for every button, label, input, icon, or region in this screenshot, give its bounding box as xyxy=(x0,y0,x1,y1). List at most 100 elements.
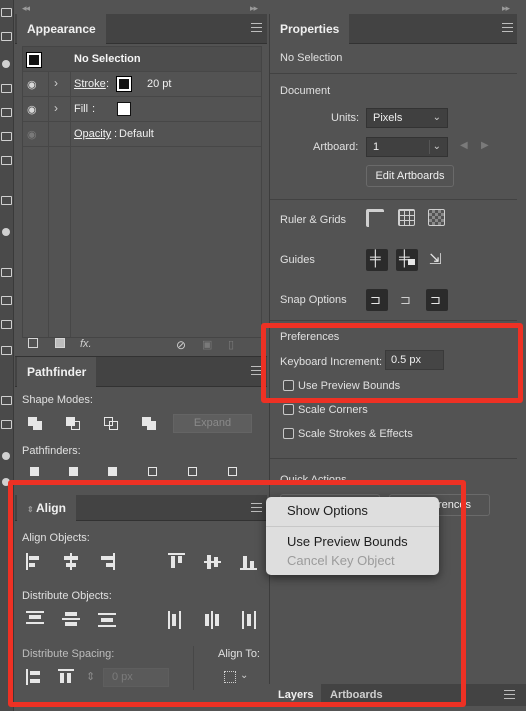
ruler-icon[interactable] xyxy=(366,209,384,227)
minus-back-icon[interactable] xyxy=(228,467,244,481)
tool-icon[interactable] xyxy=(1,268,12,277)
horizontal-distribute-left-icon[interactable] xyxy=(168,611,188,629)
tool-icon[interactable] xyxy=(1,108,12,117)
collapse-icon[interactable]: ▸▸ xyxy=(250,3,258,14)
eye-icon[interactable]: ◉ xyxy=(27,128,37,141)
tool-icon[interactable] xyxy=(2,478,10,486)
use-preview-bounds-menu-item[interactable]: Use Preview Bounds xyxy=(287,534,408,549)
horizontal-align-center-icon[interactable] xyxy=(62,553,82,571)
snap-to-grid-icon[interactable]: ⊐ xyxy=(426,289,448,311)
tool-icon[interactable] xyxy=(2,452,10,460)
minus-front-icon[interactable] xyxy=(66,417,82,431)
vertical-distribute-space-icon[interactable] xyxy=(26,669,46,687)
panel-menu-icon[interactable] xyxy=(502,23,513,32)
horizontal-distribute-center-icon[interactable] xyxy=(204,611,224,629)
transparency-grid-icon[interactable] xyxy=(428,209,445,226)
tool-icon[interactable] xyxy=(1,84,12,93)
horizontal-align-left-icon[interactable] xyxy=(26,553,46,571)
expand-button[interactable]: Expand xyxy=(173,414,252,433)
scale-corners-checkbox[interactable] xyxy=(283,404,294,415)
artboard-select[interactable]: 1 ⌄ xyxy=(366,137,448,157)
horizontal-distribute-space-icon[interactable] xyxy=(58,669,78,687)
tool-icon[interactable] xyxy=(1,32,12,41)
vertical-align-center-icon[interactable] xyxy=(204,553,224,571)
tab-align[interactable]: ⇕ Align xyxy=(17,495,76,521)
appearance-row-opacity[interactable]: ◉ Opacity : Default xyxy=(23,122,261,147)
tool-icon[interactable] xyxy=(1,132,12,141)
divide-icon[interactable] xyxy=(30,467,46,481)
tab-layers[interactable]: Layers xyxy=(269,684,323,706)
trim-icon[interactable] xyxy=(69,467,85,481)
horizontal-align-right-icon[interactable] xyxy=(98,553,118,571)
collapse-icon[interactable]: ▸▸ xyxy=(502,3,510,14)
tab-properties[interactable]: Properties xyxy=(270,14,350,44)
vertical-distribute-center-icon[interactable] xyxy=(62,611,82,629)
tool-icon[interactable] xyxy=(1,346,12,355)
tool-icon[interactable] xyxy=(1,156,12,165)
eye-icon[interactable]: ◉ xyxy=(27,103,37,116)
panel-menu-icon[interactable] xyxy=(251,366,262,375)
show-guides-icon[interactable]: ╪ xyxy=(366,249,388,271)
opacity-label[interactable]: Opacity xyxy=(74,128,111,140)
vertical-distribute-top-icon[interactable] xyxy=(26,611,46,629)
panel-menu-icon[interactable] xyxy=(504,690,515,699)
smart-guides-icon[interactable]: ⇲ xyxy=(426,249,448,271)
tool-icon[interactable] xyxy=(1,196,12,205)
edit-artboards-button[interactable]: Edit Artboards xyxy=(366,165,454,187)
exclude-icon[interactable] xyxy=(142,417,158,431)
lock-guides-icon[interactable]: ╪ xyxy=(396,249,418,271)
align-to-selection-icon[interactable] xyxy=(224,671,236,683)
tool-icon[interactable] xyxy=(1,296,12,305)
appearance-row-stroke[interactable]: ◉ › Stroke : 20 pt xyxy=(23,72,261,97)
clear-appearance-icon[interactable]: ⊘ xyxy=(176,338,186,352)
stroke-label[interactable]: Stroke xyxy=(74,78,106,90)
divider xyxy=(270,199,517,200)
tool-icon[interactable] xyxy=(1,420,12,429)
appearance-row-fill[interactable]: ◉ › Fill : xyxy=(23,97,261,122)
add-stroke-icon[interactable] xyxy=(28,338,38,348)
tool-icon[interactable] xyxy=(1,396,12,405)
tool-icon[interactable] xyxy=(2,60,10,68)
vertical-distribute-bottom-icon[interactable] xyxy=(98,611,118,629)
panel-menu-icon[interactable] xyxy=(251,23,262,32)
merge-icon[interactable] xyxy=(108,467,124,481)
fx-icon[interactable]: fx. xyxy=(80,338,92,350)
use-preview-bounds-checkbox[interactable] xyxy=(283,380,294,391)
units-select[interactable]: Pixels ⌄ xyxy=(366,108,448,128)
collapse-icon[interactable]: ◂◂ xyxy=(22,3,30,14)
distribute-spacing-input[interactable]: ⇕ 0 px xyxy=(86,668,169,687)
fill-label[interactable]: Fill xyxy=(74,103,88,115)
horizontal-distribute-right-icon[interactable] xyxy=(240,611,260,629)
eye-icon[interactable]: ◉ xyxy=(27,78,37,91)
chevron-right-icon[interactable]: › xyxy=(54,101,58,115)
snap-to-point-icon[interactable]: ⊐ xyxy=(366,289,388,311)
scale-strokes-checkbox[interactable] xyxy=(283,428,294,439)
chevron-right-icon[interactable]: › xyxy=(54,76,58,90)
snap-to-pixel-icon[interactable]: ⊐ xyxy=(396,289,418,311)
add-fill-icon[interactable] xyxy=(55,338,65,348)
align-panel-menu-icon[interactable] xyxy=(251,503,262,512)
tab-appearance[interactable]: Appearance xyxy=(17,14,106,44)
show-options-menu-item[interactable]: Show Options xyxy=(287,503,368,518)
tab-artboards[interactable]: Artboards xyxy=(321,684,392,706)
spacing-stepper-icon[interactable]: ⇕ xyxy=(86,669,95,686)
vertical-align-bottom-icon[interactable] xyxy=(240,553,260,571)
grid-icon[interactable] xyxy=(398,209,415,226)
outline-icon[interactable] xyxy=(188,467,204,481)
stroke-swatch[interactable] xyxy=(116,76,132,92)
crop-icon[interactable] xyxy=(148,467,164,481)
tool-icon[interactable] xyxy=(2,228,10,236)
fill-swatch[interactable] xyxy=(117,102,131,116)
vertical-align-top-icon[interactable] xyxy=(168,553,188,571)
next-artboard-icon[interactable]: ▶ xyxy=(481,140,489,151)
intersect-icon[interactable] xyxy=(104,417,120,431)
appearance-row-selection[interactable]: No Selection xyxy=(23,47,261,72)
unite-icon[interactable] xyxy=(28,417,44,431)
keyboard-increment-input[interactable]: 0.5 px xyxy=(385,350,444,370)
chevron-down-icon[interactable]: ⌄ xyxy=(240,670,248,681)
stroke-weight[interactable]: 20 pt xyxy=(147,78,171,90)
tool-icon[interactable] xyxy=(1,320,12,329)
tab-pathfinder[interactable]: Pathfinder xyxy=(17,357,97,387)
tool-icon[interactable] xyxy=(1,8,12,17)
previous-artboard-icon[interactable]: ◀ xyxy=(460,140,468,151)
